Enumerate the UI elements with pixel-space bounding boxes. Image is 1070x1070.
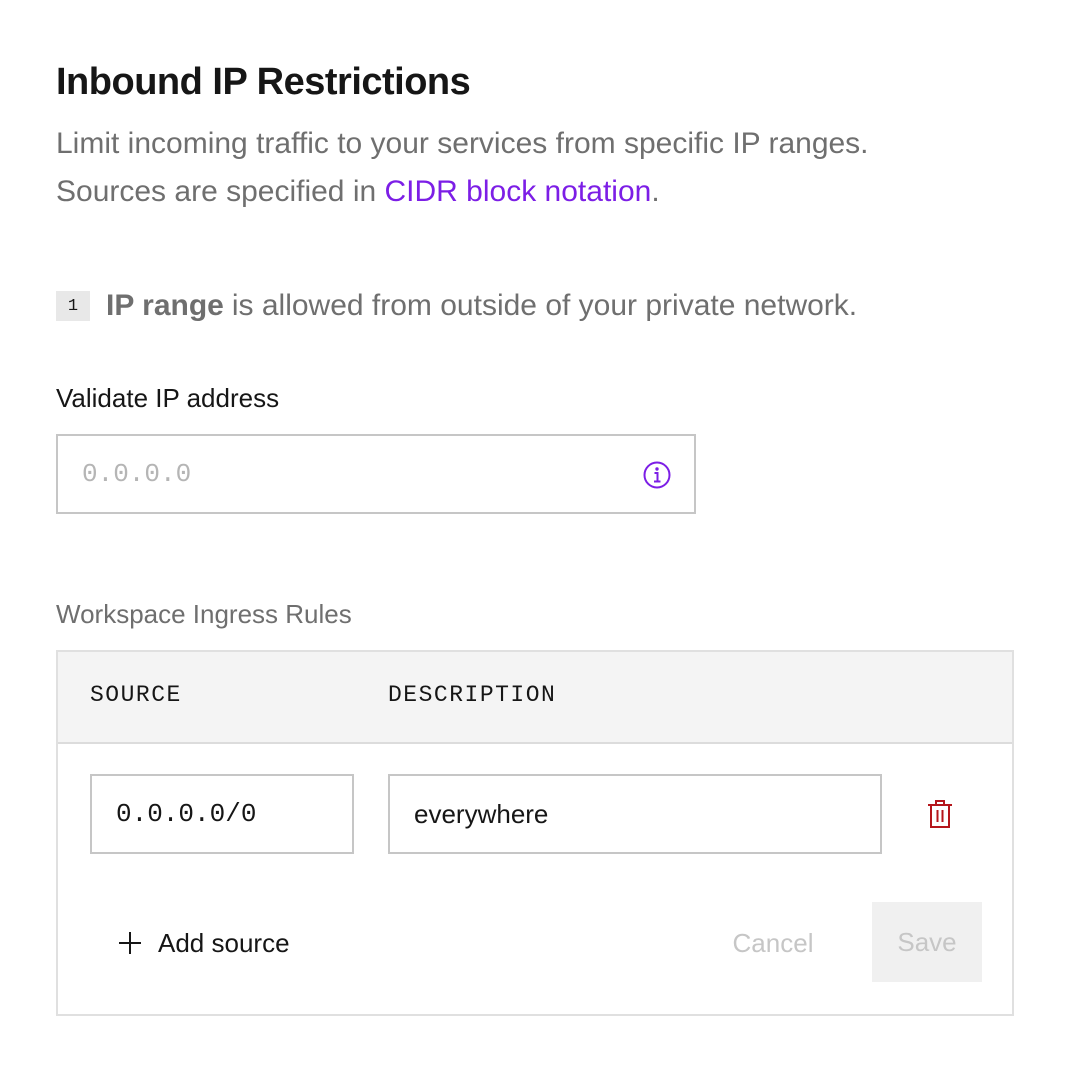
rules-table-header: SOURCE DESCRIPTION (58, 652, 1012, 744)
add-source-button[interactable]: Add source (118, 922, 290, 964)
column-header-description: DESCRIPTION (388, 682, 557, 708)
description-line-2-prefix: Sources are specified in (56, 175, 385, 208)
ingress-rules-table: SOURCE DESCRIPTION Add source Cancel Sav… (56, 650, 1014, 1016)
validate-ip-input[interactable] (82, 454, 622, 494)
cancel-button[interactable]: Cancel (708, 922, 838, 964)
validate-ip-field (56, 434, 696, 514)
column-header-source: SOURCE (90, 682, 182, 708)
source-input[interactable] (90, 774, 354, 854)
page-description: Limit incoming traffic to your services … (56, 120, 1016, 216)
page-title: Inbound IP Restrictions (56, 61, 471, 103)
description-input[interactable] (388, 774, 882, 854)
save-button[interactable]: Save (872, 902, 982, 982)
delete-rule-button[interactable] (924, 796, 956, 832)
description-line-1: Limit incoming traffic to your services … (56, 127, 869, 160)
ip-range-bold-label: IP range (106, 289, 224, 322)
plus-icon (119, 932, 141, 954)
cidr-notation-link[interactable]: CIDR block notation (385, 175, 652, 208)
ip-range-summary: 1 IP range is allowed from outside of yo… (56, 284, 857, 328)
ip-range-count-badge: 1 (56, 291, 90, 321)
ingress-rules-label: Workspace Ingress Rules (56, 599, 352, 629)
ip-range-summary-text: is allowed from outside of your private … (231, 289, 858, 322)
validate-ip-label: Validate IP address (56, 383, 280, 413)
trash-icon (928, 800, 952, 828)
description-line-2-suffix: . (651, 175, 660, 208)
add-source-label: Add source (158, 927, 290, 958)
info-circle-icon[interactable] (642, 460, 672, 490)
